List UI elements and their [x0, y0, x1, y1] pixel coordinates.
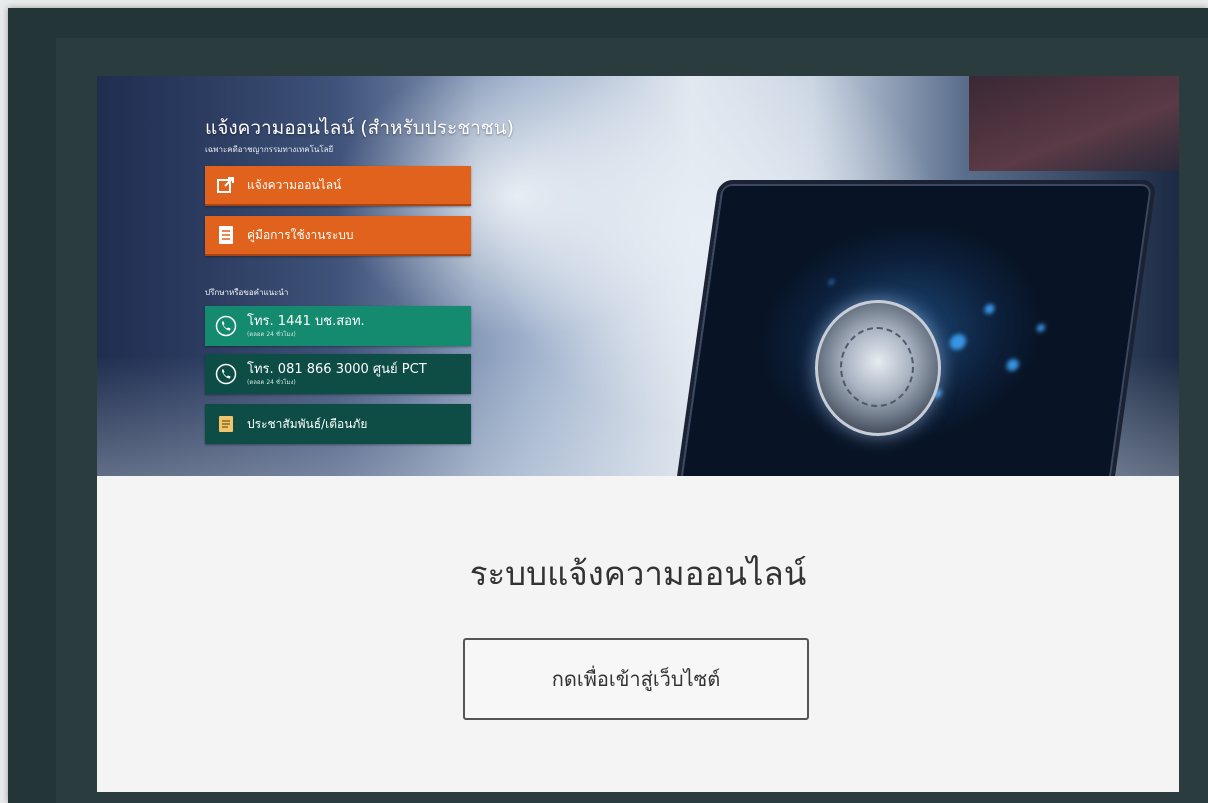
document-icon — [215, 224, 237, 246]
hotline-pct-label: โทร. 081 866 3000 ศูนย์ PCT — [247, 361, 427, 377]
police-seal-emblem — [815, 300, 941, 436]
news-warning-label: ประชาสัมพันธ์/เตือนภัย — [247, 416, 368, 431]
phone-icon — [215, 363, 237, 385]
hotline-1441-label: โทร. 1441 บช.สอท. — [247, 313, 365, 329]
hotline-pct-note: (ตลอด 24 ชั่วโมง) — [247, 378, 296, 386]
user-manual-button[interactable]: คู่มือการใช้งานระบบ — [205, 216, 471, 256]
enter-website-button[interactable]: กดเพื่อเข้าสู่เว็บไซต์ — [463, 638, 809, 720]
banner-subtitle: เฉพาะคดีอาชญากรรมทางเทคโนโลยี — [205, 145, 334, 154]
news-icon — [215, 413, 237, 435]
hotline-pct-button[interactable]: โทร. 081 866 3000 ศูนย์ PCT (ตลอด 24 ชั่… — [205, 354, 471, 394]
page-title: ระบบแจ้งความออนไลน์ — [469, 554, 807, 593]
hotline-1441-note: (ตลอด 24 ชั่วโมง) — [247, 330, 296, 338]
hotline-pct-text: โทร. 081 866 3000 ศูนย์ PCT (ตลอด 24 ชั่… — [247, 362, 427, 387]
consult-label: ปรึกษาหรือขอคำแนะนำ — [205, 288, 289, 297]
report-online-label: แจ้งความออนไลน์ — [247, 177, 342, 192]
external-link-icon — [215, 174, 237, 196]
hotline-1441-button[interactable]: โทร. 1441 บช.สอท. (ตลอด 24 ชั่วโมง) — [205, 306, 471, 346]
report-online-button[interactable]: แจ้งความออนไลน์ — [205, 166, 471, 206]
landing-card: แจ้งความออนไลน์ (สำหรับประชาชน) เฉพาะคดี… — [97, 76, 1179, 792]
hotline-1441-text: โทร. 1441 บช.สอท. (ตลอด 24 ชั่วโมง) — [247, 314, 365, 339]
hero-banner: แจ้งความออนไลน์ (สำหรับประชาชน) เฉพาะคดี… — [97, 76, 1179, 476]
phone-icon — [215, 315, 237, 337]
main-section: ระบบแจ้งความออนไลน์ กดเพื่อเข้าสู่เว็บไซ… — [97, 476, 1179, 792]
user-manual-label: คู่มือการใช้งานระบบ — [247, 227, 354, 242]
banner-title: แจ้งความออนไลน์ (สำหรับประชาชน) — [205, 117, 515, 139]
banner-menu-panel: แจ้งความออนไลน์ (สำหรับประชาชน) เฉพาะคดี… — [205, 116, 515, 444]
banner-background-window — [969, 76, 1179, 171]
news-warning-button[interactable]: ประชาสัมพันธ์/เตือนภัย — [205, 404, 471, 444]
